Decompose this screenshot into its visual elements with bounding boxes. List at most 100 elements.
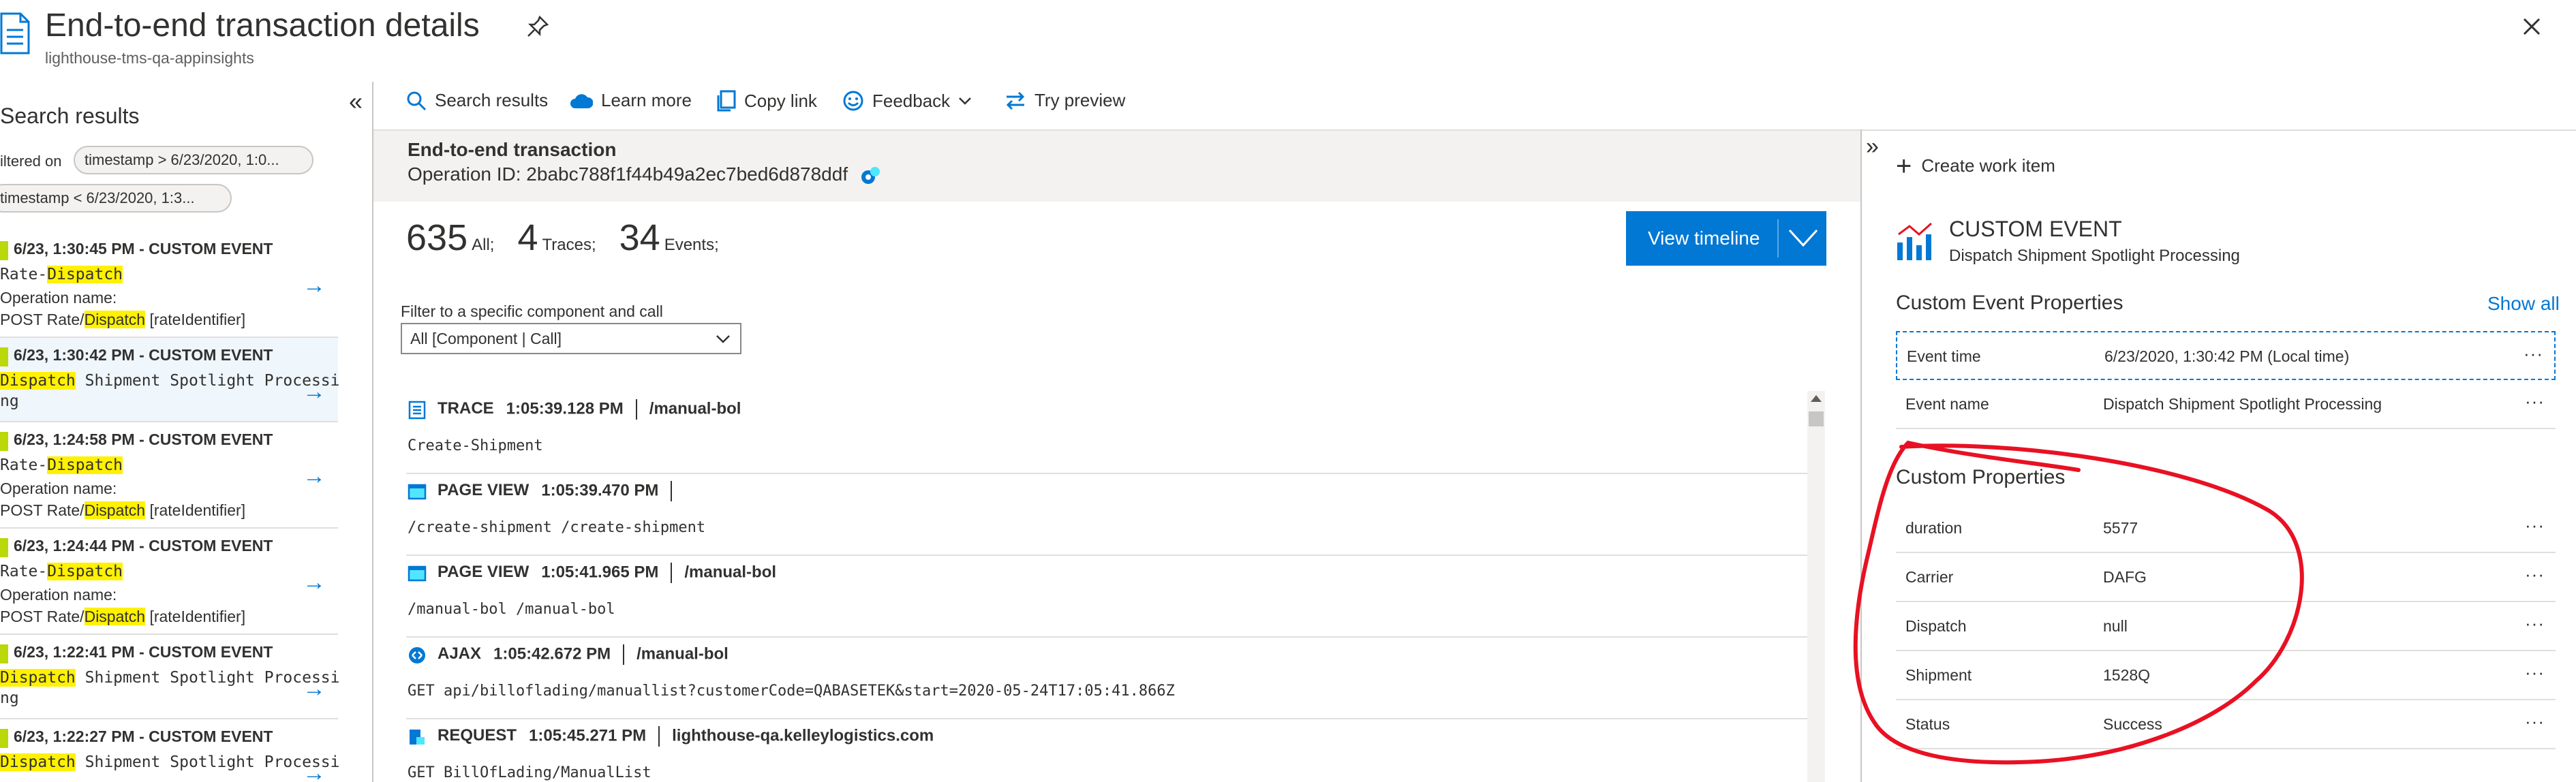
collapse-left-panel-icon[interactable]: « <box>349 87 363 116</box>
telemetry-row[interactable]: TRACE 1:05:39.128 PM/manual-bol Create-Shi… <box>406 392 1809 474</box>
show-all-link[interactable]: Show all <box>2487 293 2560 315</box>
search-results-button[interactable]: Search results <box>406 90 548 111</box>
telemetry-detail: Create-Shipment <box>408 437 543 454</box>
scroll-thumb[interactable] <box>1809 411 1824 426</box>
search-result-item[interactable]: 6/23, 1:22:27 PM - CUSTOM EVENT Dispatch … <box>0 719 340 782</box>
chevron-down-icon <box>959 97 972 105</box>
open-result-arrow-icon[interactable]: → <box>303 569 326 596</box>
scrollbar[interactable] <box>1807 391 1825 782</box>
create-work-item-button[interactable]: + Create work item <box>1896 151 2055 181</box>
separator-bar <box>635 399 637 420</box>
property-key: Dispatch <box>1905 617 1967 635</box>
count-traces-value: 4 <box>517 217 538 258</box>
try-preview-label: Try preview <box>1034 90 1126 110</box>
page-view-icon <box>408 564 427 583</box>
open-result-arrow-icon[interactable]: → <box>303 463 326 490</box>
telemetry-title: AJAX 1:05:42.672 PM/manual-bol <box>438 644 729 665</box>
chevron-down-icon <box>716 335 730 343</box>
view-timeline-label: View timeline <box>1648 228 1760 249</box>
more-options-icon[interactable]: ··· <box>2525 662 2545 683</box>
telemetry-row[interactable]: REQUEST 1:05:45.271 PM lighthouse-qa.kelle… <box>406 719 1809 782</box>
telemetry-row[interactable]: AJAX 1:05:42.672 PM/manual-bol GET api/bil… <box>406 638 1809 719</box>
telemetry-detail: GET BillOfLading/ManualList <box>408 764 651 781</box>
more-options-icon[interactable]: ··· <box>2525 564 2545 585</box>
property-row[interactable]: Event name Dispatch Shipment Spotlight Pr… <box>1896 380 2556 429</box>
property-row[interactable]: Dispatch null ··· <box>1896 602 2556 651</box>
chevron-down-icon <box>1788 229 1818 247</box>
result-header: 6/23, 1:24:44 PM - CUSTOM EVENT <box>14 537 273 554</box>
telemetry-target: /manual-bol <box>684 563 777 582</box>
event-type-bar <box>0 538 8 557</box>
filter-chip-start[interactable]: timestamp > 6/23/2020, 1:0... <box>74 146 313 174</box>
plus-icon: + <box>1896 151 1912 181</box>
pin-icon[interactable] <box>526 15 549 38</box>
smiley-icon <box>843 91 863 111</box>
property-row[interactable]: Carrier DAFG ··· <box>1896 553 2556 602</box>
app-insights-icon <box>861 166 880 184</box>
copy-link-button[interactable]: Copy link <box>716 90 817 112</box>
telemetry-time: 1:05:39.470 PM <box>541 481 659 500</box>
more-options-icon[interactable]: ··· <box>2525 515 2545 536</box>
search-result-item[interactable]: 6/23, 1:22:41 PM - CUSTOM EVENT Dispatch … <box>0 635 340 719</box>
telemetry-counts: 635 All; 4 Traces; 34 Events; <box>406 217 742 259</box>
open-result-arrow-icon[interactable]: → <box>303 760 326 782</box>
try-preview-button[interactable]: Try preview <box>1005 90 1125 111</box>
property-row[interactable]: Shipment 1528Q ··· <box>1896 651 2556 700</box>
copy-link-label: Copy link <box>744 90 817 111</box>
search-result-item[interactable]: 6/23, 1:30:42 PM - CUSTOM EVENT Dispatch … <box>0 338 340 422</box>
telemetry-time: 1:05:42.672 PM <box>493 644 611 663</box>
result-name-highlight: Dispatch <box>0 753 76 771</box>
more-options-icon[interactable]: ··· <box>2525 711 2545 732</box>
operation-name-label: Operation name: <box>0 586 117 604</box>
telemetry-row[interactable]: PAGE VIEW 1:05:39.470 PM/create-shipment … <box>406 474 1809 556</box>
close-icon[interactable] <box>2519 14 2545 40</box>
component-filter-dropdown[interactable]: All [Component | Call] <box>401 323 741 354</box>
view-timeline-button[interactable]: View timeline <box>1626 211 1826 266</box>
telemetry-type: PAGE VIEW <box>438 563 530 582</box>
property-row[interactable]: duration 5577 ··· <box>1896 504 2556 553</box>
telemetry-type: REQUEST <box>438 726 517 745</box>
telemetry-title: TRACE 1:05:39.128 PM/manual-bol <box>438 399 741 420</box>
open-result-arrow-icon[interactable]: → <box>303 676 326 702</box>
telemetry-detail: /manual-bol /manual-bol <box>408 601 615 618</box>
open-result-arrow-icon[interactable]: → <box>303 379 326 405</box>
transaction-details-blade: { "header": { "title": "End-to-end trans… <box>0 0 2576 782</box>
operation-name-prefix: POST Rate/ <box>0 311 85 328</box>
telemetry-detail: GET api/billoflading/manuallist?customer… <box>408 683 1175 700</box>
property-row[interactable]: Status Success ··· <box>1896 700 2556 749</box>
operation-name-prefix: POST Rate/ <box>0 608 85 625</box>
more-options-icon[interactable]: ··· <box>2524 343 2543 364</box>
telemetry-time: 1:05:39.128 PM <box>506 399 624 418</box>
telemetry-title: PAGE VIEW 1:05:39.470 PM <box>438 481 684 501</box>
property-row[interactable]: Event time 6/23/2020, 1:30:42 PM (Local t… <box>1896 331 2556 380</box>
result-name-highlight: Dispatch <box>0 372 76 390</box>
result-name-suffix: Shipment Spotlight Processi <box>75 753 340 771</box>
scroll-up-arrow[interactable] <box>1811 395 1822 402</box>
telemetry-target: /manual-bol <box>637 644 729 663</box>
search-result-item[interactable]: 6/23, 1:24:58 PM - CUSTOM EVENT Rate-Disp… <box>0 422 338 529</box>
property-value: 5577 <box>2103 519 2138 537</box>
event-type-bar <box>0 729 8 748</box>
more-options-icon[interactable]: ··· <box>2525 391 2545 412</box>
trace-icon <box>408 401 427 420</box>
telemetry-title: REQUEST 1:05:45.271 PM lighthouse-qa.kelle… <box>438 726 934 747</box>
search-result-item[interactable]: 6/23, 1:30:45 PM - CUSTOM EVENT Rate-Disp… <box>0 232 338 338</box>
search-results-label: Search results <box>435 90 549 110</box>
count-events-label: Events; <box>664 236 719 254</box>
property-value: Success <box>2103 715 2162 733</box>
property-key: Status <box>1905 715 1950 733</box>
search-result-item[interactable]: 6/23, 1:24:44 PM - CUSTOM EVENT Rate-Disp… <box>0 529 338 635</box>
count-traces-label: Traces; <box>542 236 596 254</box>
result-name-continued: ng <box>0 689 19 707</box>
learn-more-button[interactable]: Learn more <box>570 90 692 111</box>
more-options-icon[interactable]: ··· <box>2525 613 2545 634</box>
copy-icon <box>717 90 736 112</box>
search-results-title: Search results <box>0 104 140 128</box>
expand-panel-icon[interactable]: » <box>1866 134 1879 160</box>
property-value: 6/23/2020, 1:30:42 PM (Local time) <box>2104 347 2350 365</box>
open-result-arrow-icon[interactable]: → <box>303 272 326 299</box>
filter-chip-end[interactable]: timestamp < 6/23/2020, 1:3... <box>0 184 232 213</box>
feedback-button[interactable]: Feedback <box>842 90 972 112</box>
property-key: duration <box>1905 519 1963 537</box>
telemetry-row[interactable]: PAGE VIEW 1:05:41.965 PM/manual-bol/manua… <box>406 556 1809 638</box>
